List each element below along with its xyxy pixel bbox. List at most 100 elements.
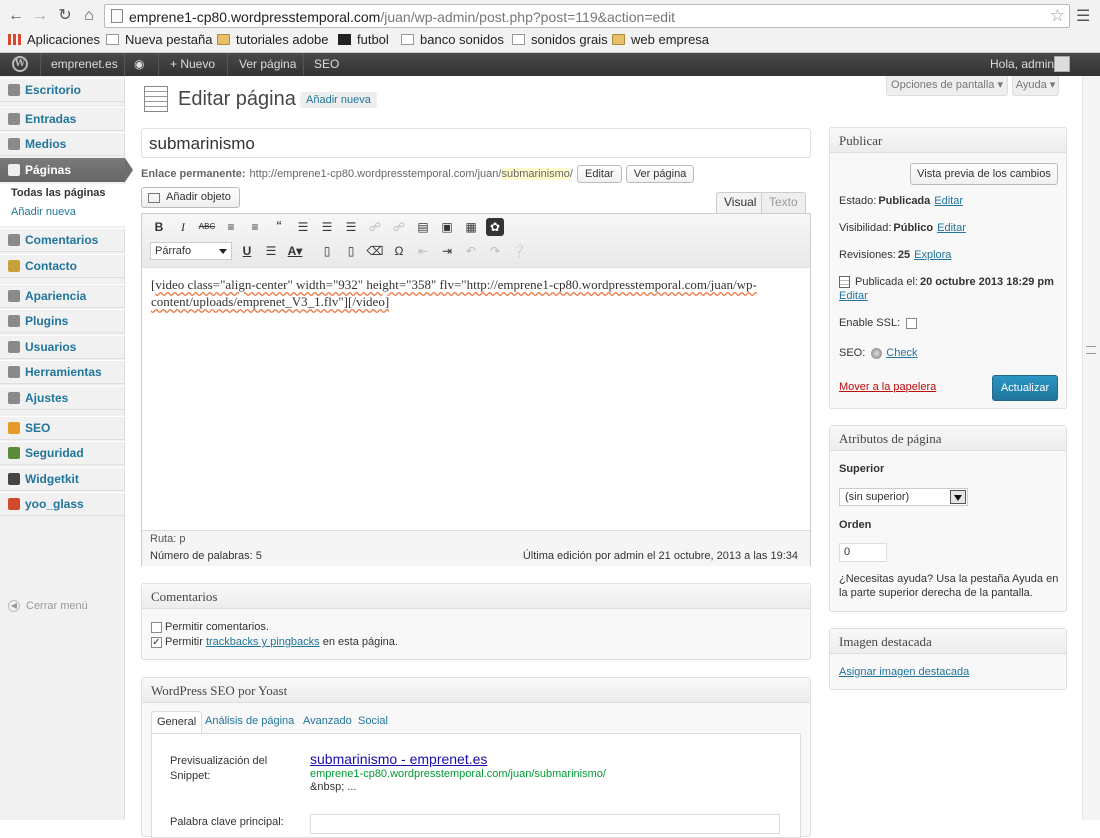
- address-bar[interactable]: emprene1-cp80.wordpresstemporal.com/juan…: [104, 4, 1070, 28]
- browse-revisions-link[interactable]: Explora: [914, 249, 951, 261]
- tab-visual[interactable]: Visual: [716, 192, 765, 213]
- allow-comments-checkbox[interactable]: [151, 621, 162, 633]
- sidebar-item-comentarios[interactable]: Comentarios: [0, 228, 125, 252]
- sidebar-item-paginas[interactable]: Páginas: [0, 158, 133, 182]
- screen-options-button[interactable]: Opciones de pantalla ▾: [886, 76, 1008, 96]
- seo-tab-analysis[interactable]: Análisis de página: [200, 711, 299, 733]
- align-left-icon[interactable]: ☰: [294, 218, 312, 236]
- paste-word-icon[interactable]: ▯: [342, 242, 360, 260]
- admin-bar-new[interactable]: + Nuevo: [170, 53, 215, 76]
- sidebar-item-escritorio[interactable]: Escritorio: [0, 78, 125, 102]
- underline-icon[interactable]: U: [238, 242, 256, 260]
- kitchen-sink-icon[interactable]: ▦: [462, 218, 480, 236]
- bookmark-web-empresa[interactable]: web empresa: [612, 32, 709, 47]
- back-icon[interactable]: ←: [6, 6, 26, 26]
- indent-icon[interactable]: ⇥: [438, 242, 456, 260]
- post-title-input[interactable]: submarinismo: [141, 128, 811, 158]
- unlink-icon[interactable]: ☍: [390, 218, 408, 236]
- admin-bar-view-page[interactable]: Ver página: [239, 53, 296, 76]
- submenu-all-pages[interactable]: Todas las páginas: [11, 184, 125, 203]
- admin-bar-greeting[interactable]: Hola, admin: [990, 53, 1054, 76]
- sidebar-item-yoo-glass[interactable]: yoo_glass: [0, 492, 125, 516]
- sidebar-item-seguridad[interactable]: Seguridad: [0, 441, 125, 465]
- scroll-grip-icon[interactable]: [1086, 346, 1096, 354]
- bookmark-new-tab[interactable]: Nueva pestaña: [106, 32, 212, 47]
- publish-box-title[interactable]: Publicar: [830, 128, 1066, 153]
- fullscreen-icon[interactable]: ▣: [438, 218, 456, 236]
- strikethrough-icon[interactable]: ABC: [198, 218, 216, 236]
- sidebar-item-seo[interactable]: SEO: [0, 416, 125, 440]
- tab-text[interactable]: Texto: [761, 192, 806, 213]
- bold-icon[interactable]: B: [150, 218, 168, 236]
- avatar[interactable]: [1054, 56, 1070, 72]
- help-icon[interactable]: ❔: [510, 242, 528, 260]
- widgetkit-button-icon[interactable]: ✿: [486, 218, 504, 236]
- justify-icon[interactable]: ☰: [262, 242, 280, 260]
- seo-tab-general[interactable]: General: [151, 711, 203, 733]
- set-featured-image-link[interactable]: Asignar imagen destacada: [839, 666, 969, 678]
- sidebar-item-usuarios[interactable]: Usuarios: [0, 335, 125, 359]
- edit-permalink-button[interactable]: Editar: [576, 165, 622, 183]
- submenu-add-new[interactable]: Añadir nueva: [11, 203, 125, 222]
- format-select[interactable]: Párrafo: [150, 242, 232, 260]
- update-button[interactable]: Actualizar: [992, 375, 1058, 401]
- sidebar-item-medios[interactable]: Medios: [0, 132, 125, 156]
- blockquote-icon[interactable]: “: [270, 218, 288, 236]
- admin-bar-seo[interactable]: SEO: [314, 53, 339, 76]
- special-char-icon[interactable]: Ω: [390, 242, 408, 260]
- bookmark-futbol[interactable]: futbol: [338, 32, 389, 47]
- sidebar-item-plugins[interactable]: Plugins: [0, 309, 125, 333]
- focus-keyword-input[interactable]: [310, 814, 780, 834]
- trackbacks-link[interactable]: trackbacks y pingbacks: [206, 636, 320, 648]
- add-new-page-button[interactable]: Añadir nueva: [300, 92, 377, 108]
- page-scrollbar[interactable]: [1082, 76, 1100, 820]
- add-media-button[interactable]: Añadir objeto: [141, 187, 240, 208]
- undo-icon[interactable]: ↶: [462, 242, 480, 260]
- redo-icon[interactable]: ↷: [486, 242, 504, 260]
- more-tag-icon[interactable]: ▤: [414, 218, 432, 236]
- link-icon[interactable]: ☍: [366, 218, 384, 236]
- bookmark-apps[interactable]: Aplicaciones: [8, 32, 100, 47]
- align-right-icon[interactable]: ☰: [342, 218, 360, 236]
- order-input[interactable]: 0: [839, 543, 887, 562]
- bookmark-sonidos-grais[interactable]: sonidos grais: [512, 32, 608, 47]
- move-to-trash-link[interactable]: Mover a la papelera: [839, 381, 936, 393]
- paste-text-icon[interactable]: ▯: [318, 242, 336, 260]
- enable-ssl-checkbox[interactable]: [906, 317, 918, 329]
- snippet-title[interactable]: submarinismo - emprenet.es: [310, 751, 487, 767]
- home-icon[interactable]: ⌂: [79, 6, 99, 26]
- allow-trackbacks-checkbox[interactable]: ✓: [151, 636, 162, 648]
- seo-tab-social[interactable]: Social: [353, 711, 393, 733]
- editor-content[interactable]: [video class="align-center" width="932" …: [151, 276, 781, 310]
- bookmark-tutoriales[interactable]: tutoriales adobe: [217, 32, 329, 47]
- edit-visibility-link[interactable]: Editar: [937, 222, 966, 234]
- text-color-icon[interactable]: A▾: [286, 242, 304, 260]
- comments-box-title[interactable]: Comentarios: [142, 584, 810, 609]
- view-page-button[interactable]: Ver página: [625, 165, 695, 183]
- admin-bar-site[interactable]: emprenet.es: [51, 53, 118, 76]
- sidebar-item-ajustes[interactable]: Ajustes: [0, 386, 125, 410]
- bookmark-banco-sonidos[interactable]: banco sonidos: [401, 32, 504, 47]
- bullet-list-icon[interactable]: ≡: [222, 218, 240, 236]
- browser-menu-icon[interactable]: ☰: [1076, 6, 1090, 26]
- align-center-icon[interactable]: ☰: [318, 218, 336, 236]
- edit-status-link[interactable]: Editar: [934, 195, 963, 207]
- seo-tab-advanced[interactable]: Avanzado: [298, 711, 357, 733]
- forward-icon[interactable]: →: [30, 6, 50, 26]
- outdent-icon[interactable]: ⇤: [414, 242, 432, 260]
- sidebar-item-contacto[interactable]: Contacto: [0, 254, 125, 278]
- wordpress-logo-icon[interactable]: W: [12, 56, 28, 72]
- preview-changes-button[interactable]: Vista previa de los cambios: [910, 163, 1058, 185]
- help-button[interactable]: Ayuda ▾: [1012, 76, 1059, 96]
- permalink-url[interactable]: http://emprene1-cp80.wordpresstemporal.c…: [250, 168, 573, 180]
- page-attributes-title[interactable]: Atributos de página: [830, 426, 1066, 451]
- seo-box-title[interactable]: WordPress SEO por Yoast: [142, 678, 810, 703]
- sidebar-item-apariencia[interactable]: Apariencia: [0, 284, 125, 308]
- numbered-list-icon[interactable]: ≡: [246, 218, 264, 236]
- collapse-menu[interactable]: ◀ Cerrar menú: [8, 600, 88, 612]
- italic-icon[interactable]: I: [174, 218, 192, 236]
- featured-image-title[interactable]: Imagen destacada: [830, 629, 1066, 654]
- sidebar-item-entradas[interactable]: Entradas: [0, 107, 125, 131]
- seo-check-link[interactable]: Check: [886, 347, 917, 359]
- sidebar-item-widgetkit[interactable]: Widgetkit: [0, 467, 125, 491]
